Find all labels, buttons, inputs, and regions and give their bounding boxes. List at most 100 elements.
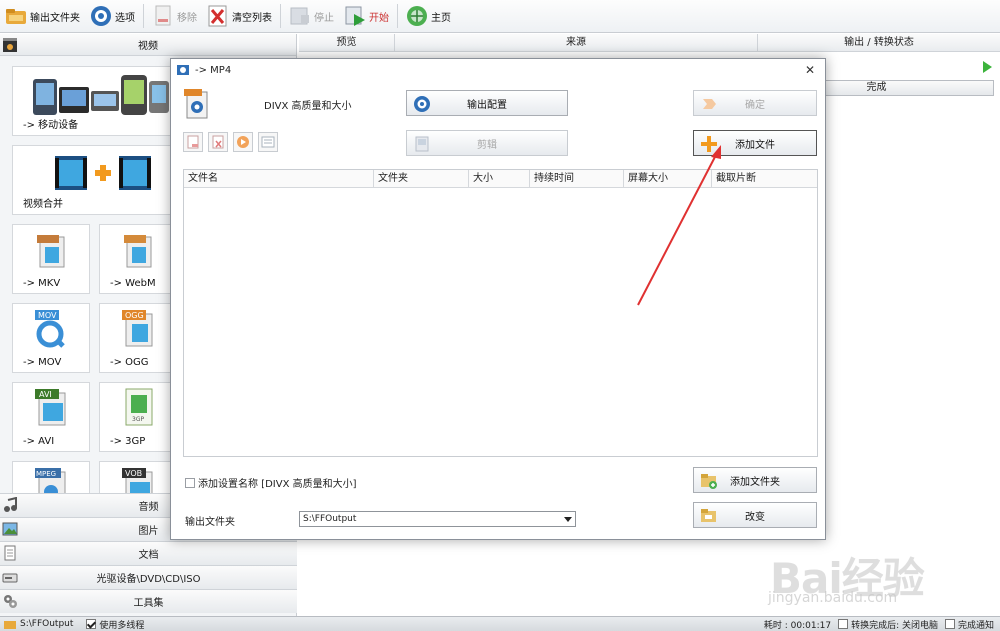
- mov-quicktime-icon: MOV: [33, 308, 69, 348]
- change-button[interactable]: 改变: [693, 502, 817, 528]
- category-document[interactable]: 文档: [0, 541, 297, 565]
- clear-files-icon[interactable]: [208, 132, 228, 152]
- home-button[interactable]: 主页: [401, 1, 456, 31]
- watermark-url: jingyan.baidu.com: [768, 590, 898, 606]
- gear-icon: [413, 95, 431, 113]
- add-folder-button[interactable]: 添加文件夹: [693, 467, 817, 493]
- folder-icon: [4, 621, 16, 629]
- vob-badge: VOB: [125, 469, 142, 478]
- status-path: S:\FFOutput: [4, 619, 73, 629]
- scissors-clip-icon: [413, 135, 431, 153]
- tile-mkv[interactable]: -> MKV: [12, 224, 90, 294]
- tile-avi[interactable]: AVI -> AVI: [12, 382, 90, 452]
- gear-icon: [90, 5, 112, 27]
- avi-badge: AVI: [39, 390, 52, 399]
- multithread-option[interactable]: 使用多线程: [83, 618, 144, 631]
- mp4-profile-icon: [184, 88, 210, 120]
- notify-checkbox[interactable]: [944, 619, 955, 629]
- options-button[interactable]: 选项: [85, 1, 140, 31]
- video-merge-icon: [53, 154, 153, 192]
- main-toolbar: 输出文件夹 选项 移除 清空列表 停止 开始 主页: [0, 0, 1000, 33]
- add-file-button[interactable]: 添加文件: [693, 130, 817, 156]
- col-preview[interactable]: 预览: [299, 34, 395, 51]
- mov-badge: MOV: [38, 311, 57, 320]
- vob-file-icon: VOB: [120, 466, 156, 494]
- start-button[interactable]: 开始: [339, 1, 394, 31]
- mobile-devices-icon: [31, 73, 171, 119]
- ok-button[interactable]: 确定: [693, 90, 817, 116]
- output-folder-label: 输出文件夹: [185, 517, 235, 528]
- folder-add-icon: [700, 472, 718, 490]
- document-icon: [2, 545, 18, 561]
- avi-file-icon: AVI: [33, 387, 69, 427]
- add-setting-name-option[interactable]: 添加设置名称 [DIVX 高质量和大小]: [185, 475, 357, 490]
- remove-button[interactable]: 移除: [147, 1, 202, 31]
- ogg-file-icon: OGG: [120, 308, 156, 348]
- remove-file-icon[interactable]: [183, 132, 203, 152]
- multithread-checkbox[interactable]: [86, 619, 97, 629]
- col-screen-size[interactable]: 屏幕大小: [624, 170, 712, 187]
- dialog-title: -> MP4: [195, 64, 232, 76]
- task-list-header: 预览 来源 输出 / 转换状态: [299, 34, 1000, 52]
- play-icon[interactable]: [983, 61, 992, 73]
- toolbar-divider: [280, 4, 281, 28]
- col-folder[interactable]: 文件夹: [374, 170, 469, 187]
- col-filename[interactable]: 文件名: [184, 170, 374, 187]
- video-category-header[interactable]: 视频: [0, 34, 296, 56]
- col-source[interactable]: 来源: [395, 34, 758, 51]
- document-remove-icon: [152, 5, 174, 27]
- output-folder-select[interactable]: S:\FFOutput: [299, 511, 576, 527]
- home-globe-icon: [406, 5, 428, 27]
- output-folder-button[interactable]: 输出文件夹: [0, 1, 85, 31]
- profile-text: DIVX 高质量和大小: [264, 101, 352, 112]
- file-list[interactable]: 文件名 文件夹 大小 持续时间 屏幕大小 截取片断: [183, 169, 818, 457]
- music-note-icon: [2, 496, 18, 513]
- drive-icon: [2, 569, 18, 585]
- film-clapper-icon: [2, 37, 18, 53]
- mpeg-badge: MPEG: [36, 470, 56, 478]
- add-setting-name-checkbox[interactable]: [185, 477, 195, 488]
- tile-ogg[interactable]: OGG -> OGG: [99, 303, 177, 373]
- close-icon[interactable]: ✕: [803, 63, 817, 77]
- after-convert-option[interactable]: 转换完成后: 关闭电脑: [835, 618, 938, 631]
- category-rom-device[interactable]: 光驱设备\DVD\CD\ISO: [0, 565, 297, 589]
- folder-icon: [5, 5, 27, 27]
- webm-file-icon: [124, 233, 154, 269]
- toolbar-divider: [143, 4, 144, 28]
- chevron-down-icon: [564, 517, 572, 522]
- clip-edit-button[interactable]: 剪辑: [406, 130, 568, 156]
- tile-mpeg[interactable]: MPEG: [12, 461, 90, 494]
- clear-list-button[interactable]: 清空列表: [202, 1, 277, 31]
- 3gp-file-icon: 3GP: [122, 387, 156, 427]
- after-convert-checkbox[interactable]: [838, 619, 849, 629]
- tile-vob[interactable]: VOB: [99, 461, 177, 494]
- tile-webm[interactable]: -> WebM: [99, 224, 177, 294]
- ogg-badge: OGG: [125, 311, 144, 320]
- stop-button[interactable]: 停止: [284, 1, 339, 31]
- col-output-status[interactable]: 输出 / 转换状态: [758, 34, 1000, 51]
- mpeg-file-icon: MPEG: [33, 466, 69, 494]
- info-icon[interactable]: [258, 132, 278, 152]
- mkv-file-icon: [37, 233, 67, 269]
- dialog-title-bar: -> MP4: [171, 59, 825, 81]
- tile-mov[interactable]: MOV -> MOV: [12, 303, 90, 373]
- play-preview-icon[interactable]: [233, 132, 253, 152]
- toolbar-divider: [397, 4, 398, 28]
- notify-option[interactable]: 完成通知: [942, 618, 994, 631]
- category-tools[interactable]: 工具集: [0, 589, 297, 613]
- col-clip[interactable]: 截取片断: [712, 170, 817, 187]
- output-config-button[interactable]: 输出配置: [406, 90, 568, 116]
- file-list-header: 文件名 文件夹 大小 持续时间 屏幕大小 截取片断: [184, 170, 817, 188]
- tools-gear-icon: [2, 593, 18, 609]
- start-icon: [344, 5, 366, 27]
- status-bar: S:\FFOutput 使用多线程 耗时 : 00:01:17 转换完成后: 关…: [0, 616, 1000, 631]
- col-size[interactable]: 大小: [469, 170, 530, 187]
- clear-x-icon: [207, 5, 229, 27]
- elapsed-time: 耗时 : 00:01:17: [763, 620, 832, 631]
- folder-change-icon: [700, 507, 718, 525]
- col-duration[interactable]: 持续时间: [530, 170, 624, 187]
- stop-icon: [289, 5, 311, 27]
- tile-3gp[interactable]: 3GP -> 3GP: [99, 382, 177, 452]
- arrow-right-icon: [700, 95, 718, 113]
- plus-icon: [700, 135, 718, 153]
